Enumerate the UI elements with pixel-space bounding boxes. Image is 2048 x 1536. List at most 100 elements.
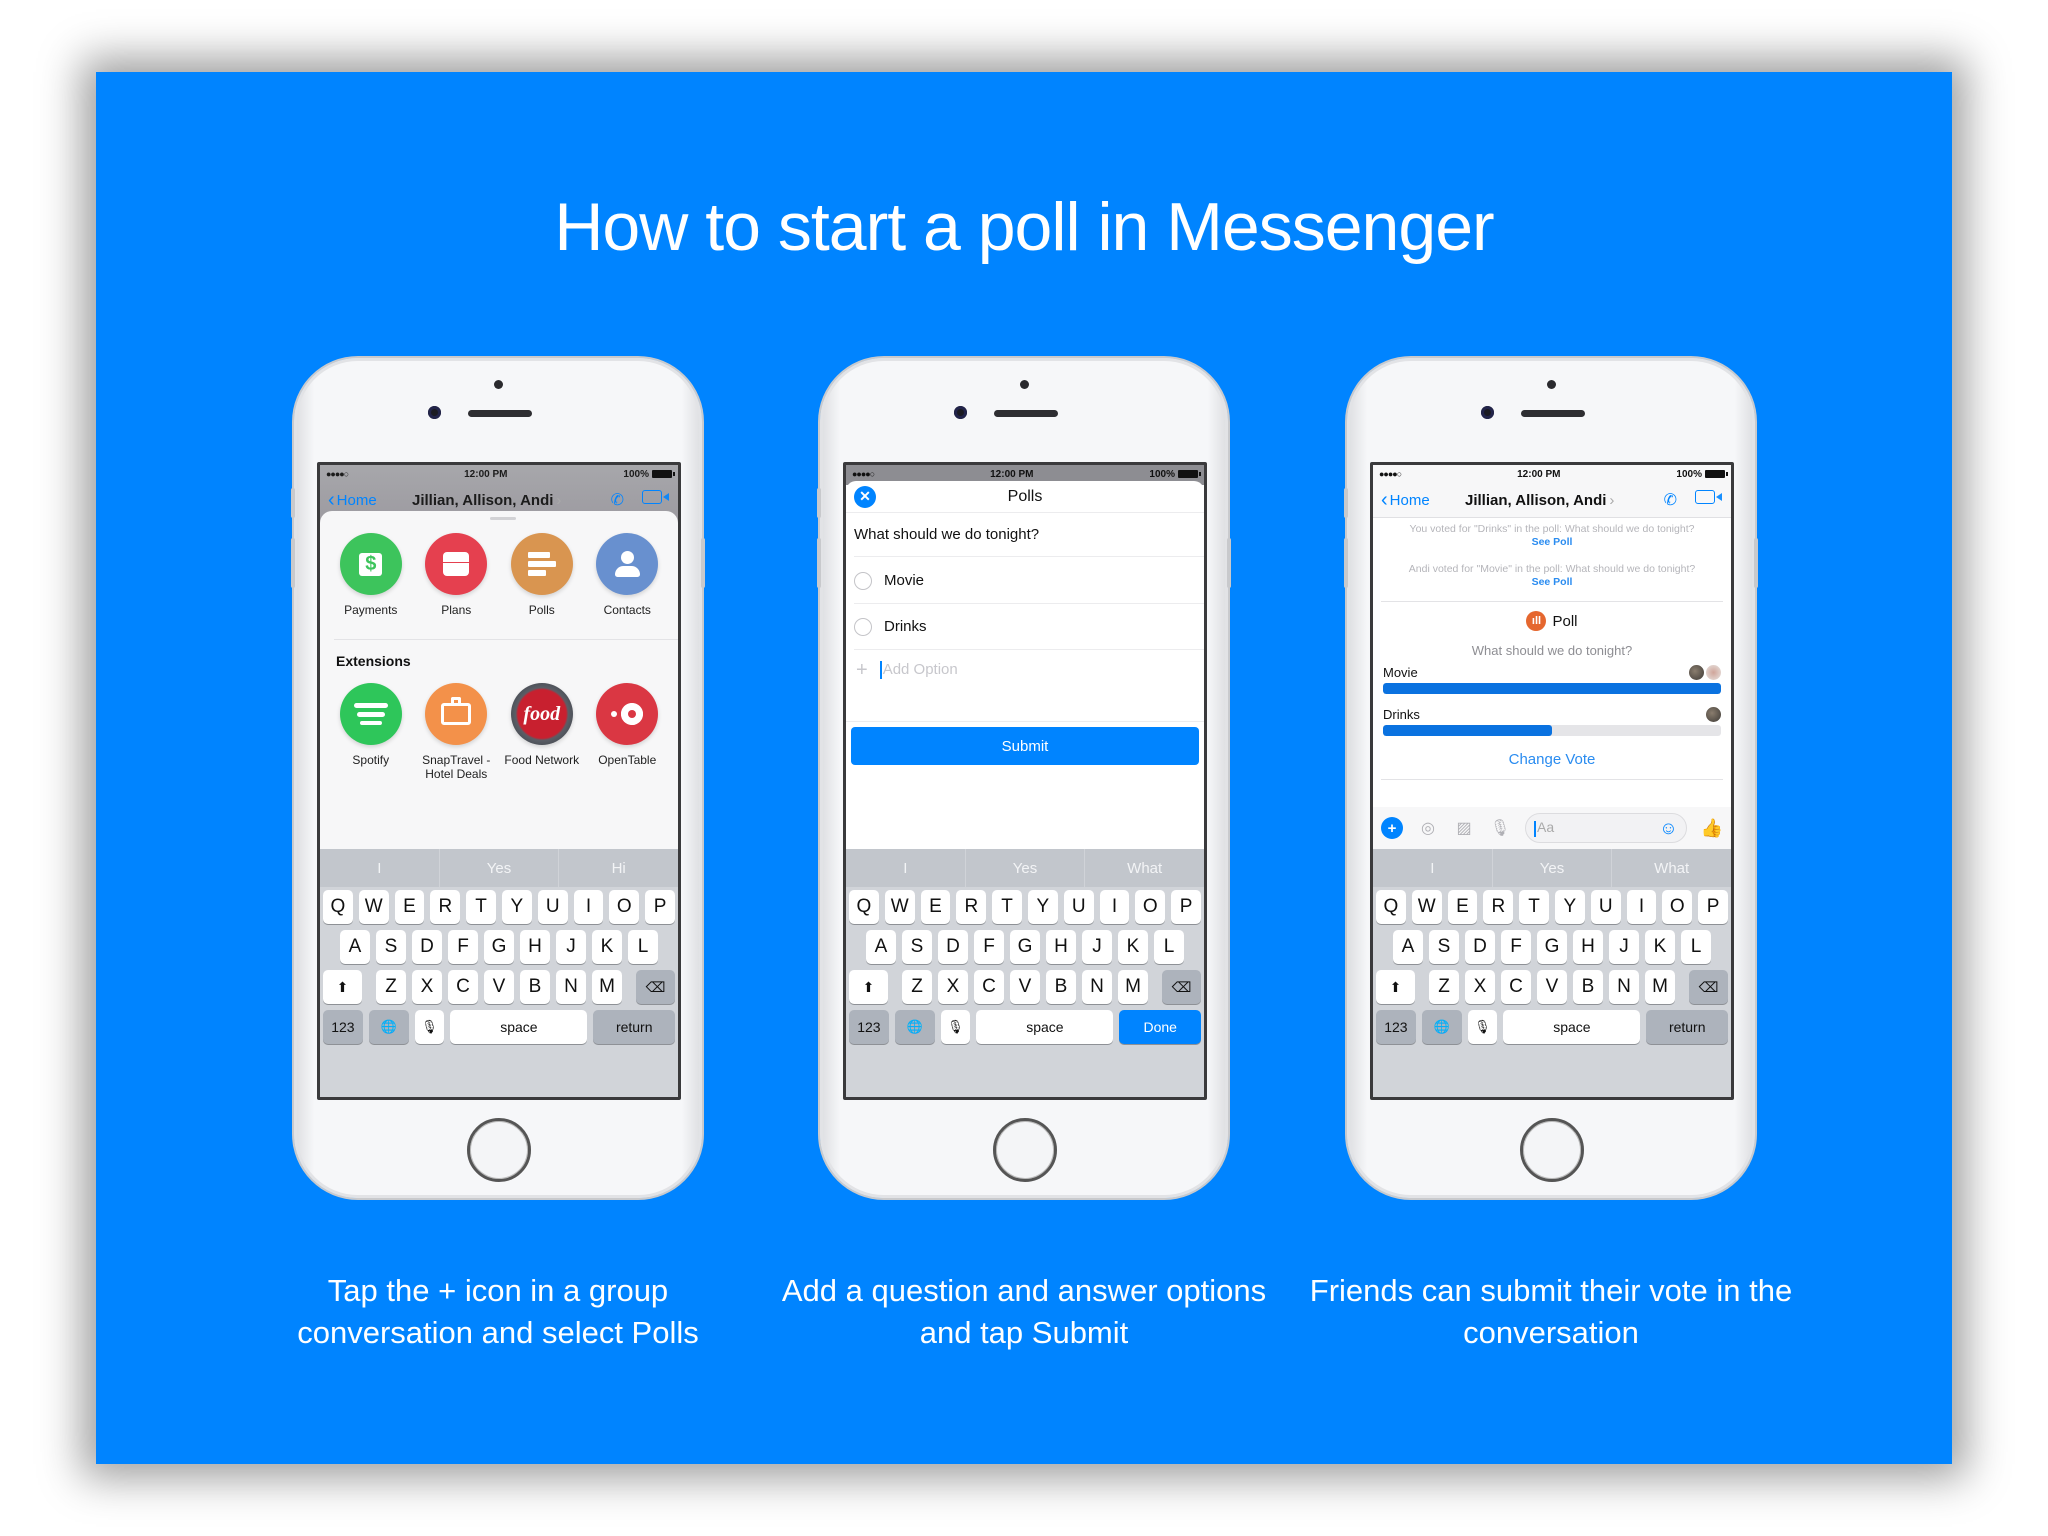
suggestion[interactable]: What [1612, 849, 1731, 887]
delete-key[interactable]: ⌫ [636, 970, 675, 1004]
microphone-icon[interactable]: 🎙 [1489, 818, 1511, 838]
camera-icon[interactable]: ◎ [1417, 818, 1439, 838]
globe-key[interactable]: 🌐 [368, 1010, 409, 1044]
suggestion[interactable]: I [846, 849, 966, 887]
key-v[interactable]: V [484, 970, 514, 1004]
key-f[interactable]: F [974, 930, 1004, 964]
done-key[interactable]: Done [1119, 1010, 1201, 1044]
numbers-key[interactable]: 123 [1376, 1010, 1416, 1044]
key-e[interactable]: E [394, 890, 425, 924]
key-x[interactable]: X [412, 970, 442, 1004]
key-k[interactable]: K [1118, 930, 1148, 964]
phone-call-icon[interactable]: ✆ [611, 490, 624, 510]
key-n[interactable]: N [1082, 970, 1112, 1004]
key-w[interactable]: W [1411, 890, 1442, 924]
return-key[interactable]: return [593, 1010, 675, 1044]
key-d[interactable]: D [412, 930, 442, 964]
poll-option[interactable]: Movie [854, 558, 1204, 604]
globe-key[interactable]: 🌐 [894, 1010, 935, 1044]
key-j[interactable]: J [1609, 930, 1639, 964]
key-a[interactable]: A [1393, 930, 1423, 964]
key-p[interactable]: P [1171, 890, 1201, 924]
key-z[interactable]: Z [902, 970, 932, 1004]
key-g[interactable]: G [1010, 930, 1040, 964]
key-d[interactable]: D [1465, 930, 1495, 964]
key-b[interactable]: B [1573, 970, 1603, 1004]
key-s[interactable]: S [376, 930, 406, 964]
home-button[interactable] [467, 1118, 531, 1182]
key-m[interactable]: M [1118, 970, 1148, 1004]
key-y[interactable]: Y [1555, 890, 1585, 924]
key-h[interactable]: H [520, 930, 550, 964]
delete-key[interactable]: ⌫ [1689, 970, 1728, 1004]
key-a[interactable]: A [340, 930, 370, 964]
key-w[interactable]: W [358, 890, 389, 924]
numbers-key[interactable]: 123 [323, 1010, 363, 1044]
key-k[interactable]: K [592, 930, 622, 964]
dictation-key[interactable]: 🎙 [414, 1010, 445, 1044]
key-x[interactable]: X [1465, 970, 1495, 1004]
shift-key[interactable]: ⬆ [849, 970, 888, 1004]
key-o[interactable]: O [609, 890, 640, 924]
home-button[interactable] [1520, 1118, 1584, 1182]
key-q[interactable]: Q [849, 890, 879, 924]
key-l[interactable]: L [1681, 930, 1711, 964]
key-o[interactable]: O [1135, 890, 1166, 924]
key-z[interactable]: Z [1429, 970, 1459, 1004]
key-h[interactable]: H [1573, 930, 1603, 964]
key-i[interactable]: I [1626, 890, 1657, 924]
question-input[interactable]: What should we do tonight? [854, 513, 1204, 557]
add-option-input[interactable]: + Add Option [856, 650, 1204, 690]
delete-key[interactable]: ⌫ [1162, 970, 1201, 1004]
key-m[interactable]: M [592, 970, 622, 1004]
key-l[interactable]: L [628, 930, 658, 964]
shift-key[interactable]: ⬆ [1376, 970, 1415, 1004]
poll-result-bar[interactable] [1383, 725, 1721, 736]
key-i[interactable]: I [573, 890, 604, 924]
video-call-icon[interactable] [1695, 490, 1722, 504]
return-key[interactable]: return [1646, 1010, 1728, 1044]
key-s[interactable]: S [1429, 930, 1459, 964]
suggestion[interactable]: Yes [1493, 849, 1613, 887]
key-k[interactable]: K [1645, 930, 1675, 964]
key-f[interactable]: F [448, 930, 478, 964]
back-button[interactable]: ‹ Home [1381, 490, 1430, 510]
key-z[interactable]: Z [376, 970, 406, 1004]
submit-button[interactable]: Submit [851, 727, 1199, 765]
suggestion[interactable]: Yes [440, 849, 560, 887]
radio-button[interactable] [854, 617, 872, 636]
sheet-grabber[interactable] [490, 517, 516, 520]
key-g[interactable]: G [1537, 930, 1567, 964]
key-r[interactable]: R [956, 890, 987, 924]
change-vote-button[interactable]: Change Vote [1373, 751, 1731, 768]
dictation-key[interactable]: 🎙 [940, 1010, 971, 1044]
key-v[interactable]: V [1537, 970, 1567, 1004]
space-key[interactable]: space [976, 1010, 1114, 1044]
back-button[interactable]: ‹ Home [328, 490, 377, 510]
key-j[interactable]: J [1082, 930, 1112, 964]
space-key[interactable]: space [450, 1010, 588, 1044]
key-p[interactable]: P [645, 890, 675, 924]
shift-key[interactable]: ⬆ [323, 970, 362, 1004]
key-a[interactable]: A [866, 930, 896, 964]
key-w[interactable]: W [884, 890, 915, 924]
key-c[interactable]: C [974, 970, 1004, 1004]
conversation-title[interactable]: Jillian, Allison, Andi › [412, 492, 561, 509]
message-input[interactable]: Aa ☺ [1525, 813, 1687, 843]
see-poll-link[interactable]: See Poll [1373, 576, 1731, 589]
key-e[interactable]: E [1447, 890, 1478, 924]
key-u[interactable]: U [1590, 890, 1621, 924]
key-t[interactable]: T [466, 890, 496, 924]
extension-snaptravel[interactable]: SnapTravel - Hotel Deals [416, 683, 496, 781]
key-j[interactable]: J [556, 930, 586, 964]
app-payments[interactable]: $ Payments [331, 533, 411, 617]
app-contacts[interactable]: Contacts [587, 533, 667, 617]
poll-result-bar[interactable] [1383, 683, 1721, 694]
suggestion[interactable]: I [320, 849, 440, 887]
key-h[interactable]: H [1046, 930, 1076, 964]
key-g[interactable]: G [484, 930, 514, 964]
suggestion[interactable]: What [1085, 849, 1204, 887]
key-u[interactable]: U [1063, 890, 1094, 924]
space-key[interactable]: space [1503, 1010, 1641, 1044]
key-o[interactable]: O [1662, 890, 1693, 924]
